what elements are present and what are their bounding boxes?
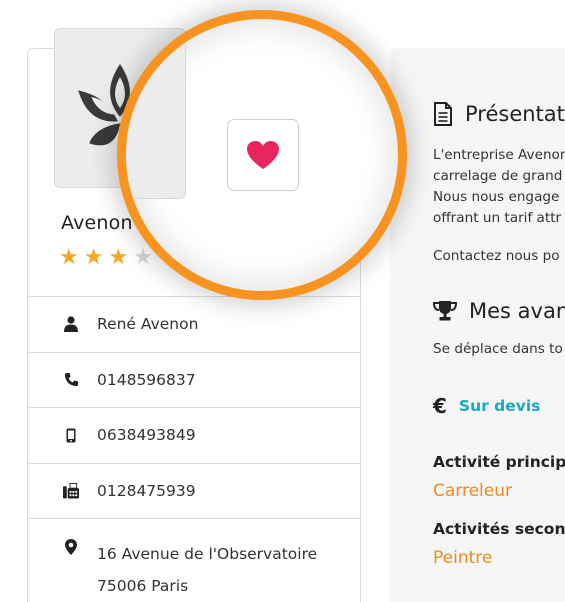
magnified-logo-edge <box>126 27 186 199</box>
heart-icon <box>247 141 279 169</box>
pricing: € Sur devis <box>433 394 540 418</box>
presentation-line: Nous nous engage <box>433 189 560 205</box>
contact-person: René Avenon <box>97 315 199 334</box>
fax-number: 0128475939 <box>97 481 196 500</box>
euro-icon: € <box>433 394 447 418</box>
advantages-title: Mes avan <box>433 299 565 323</box>
contact-list: René Avenon 0148596837 0638493849 012847… <box>28 296 360 602</box>
map-marker-icon <box>63 538 79 556</box>
phone-row[interactable]: 0148596837 <box>28 351 360 408</box>
presentation-line: L'entreprise Avenon <box>433 147 565 163</box>
presentation-contact: Contactez nous po <box>433 248 560 264</box>
star-icon: ★ <box>83 245 104 270</box>
favorite-button[interactable] <box>227 119 299 191</box>
address: 16 Avenue de l'Observatoire 75006 Paris <box>97 538 317 602</box>
presentation-title: Présentat <box>433 102 565 126</box>
main-activity-link[interactable]: Carreleur <box>433 481 512 501</box>
presentation-text: L'entreprise Avenon carrelage de grand N… <box>433 145 565 229</box>
star-icon: ★ <box>108 245 129 270</box>
phone-icon <box>63 371 79 389</box>
magnifier-overlay <box>117 10 407 300</box>
mobile-row[interactable]: 0638493849 <box>28 407 360 463</box>
address-city: 75006 Paris <box>97 577 189 595</box>
trophy-icon <box>433 301 457 321</box>
rating-stars: ★ ★ ★ ★ <box>59 247 153 269</box>
secondary-activities-title: Activités second <box>433 520 565 538</box>
phone-number[interactable]: 0148596837 <box>97 371 196 389</box>
presentation-line: offrant un tarif attr <box>433 210 562 226</box>
main-activity-title: Activité principa <box>433 453 565 471</box>
fax-row: 0128475939 <box>28 462 360 519</box>
star-empty-icon: ★ <box>133 245 153 270</box>
mobile-icon <box>63 426 79 444</box>
address-street: 16 Avenue de l'Observatoire <box>97 545 318 563</box>
address-row: 16 Avenue de l'Observatoire 75006 Paris <box>28 518 360 602</box>
presentation-line: carrelage de grand <box>433 168 563 184</box>
secondary-activity-link[interactable]: Peintre <box>433 548 492 568</box>
star-icon: ★ <box>59 245 79 270</box>
person-icon <box>63 315 79 333</box>
company-name: Avenon <box>61 212 133 234</box>
advantages-heading: Mes avan <box>469 299 565 323</box>
document-icon <box>434 102 452 126</box>
mobile-number[interactable]: 0638493849 <box>97 426 196 444</box>
price-label: Sur devis <box>458 397 541 415</box>
details-panel <box>390 48 565 602</box>
fax-icon <box>63 482 79 500</box>
presentation-heading: Présentat <box>465 102 565 126</box>
contact-person-row: René Avenon <box>28 296 360 352</box>
advantages-text: Se déplace dans to <box>433 341 563 357</box>
page: Avenon ★ ★ ★ ★ ) René Avenon 0148596837 … <box>0 0 565 602</box>
